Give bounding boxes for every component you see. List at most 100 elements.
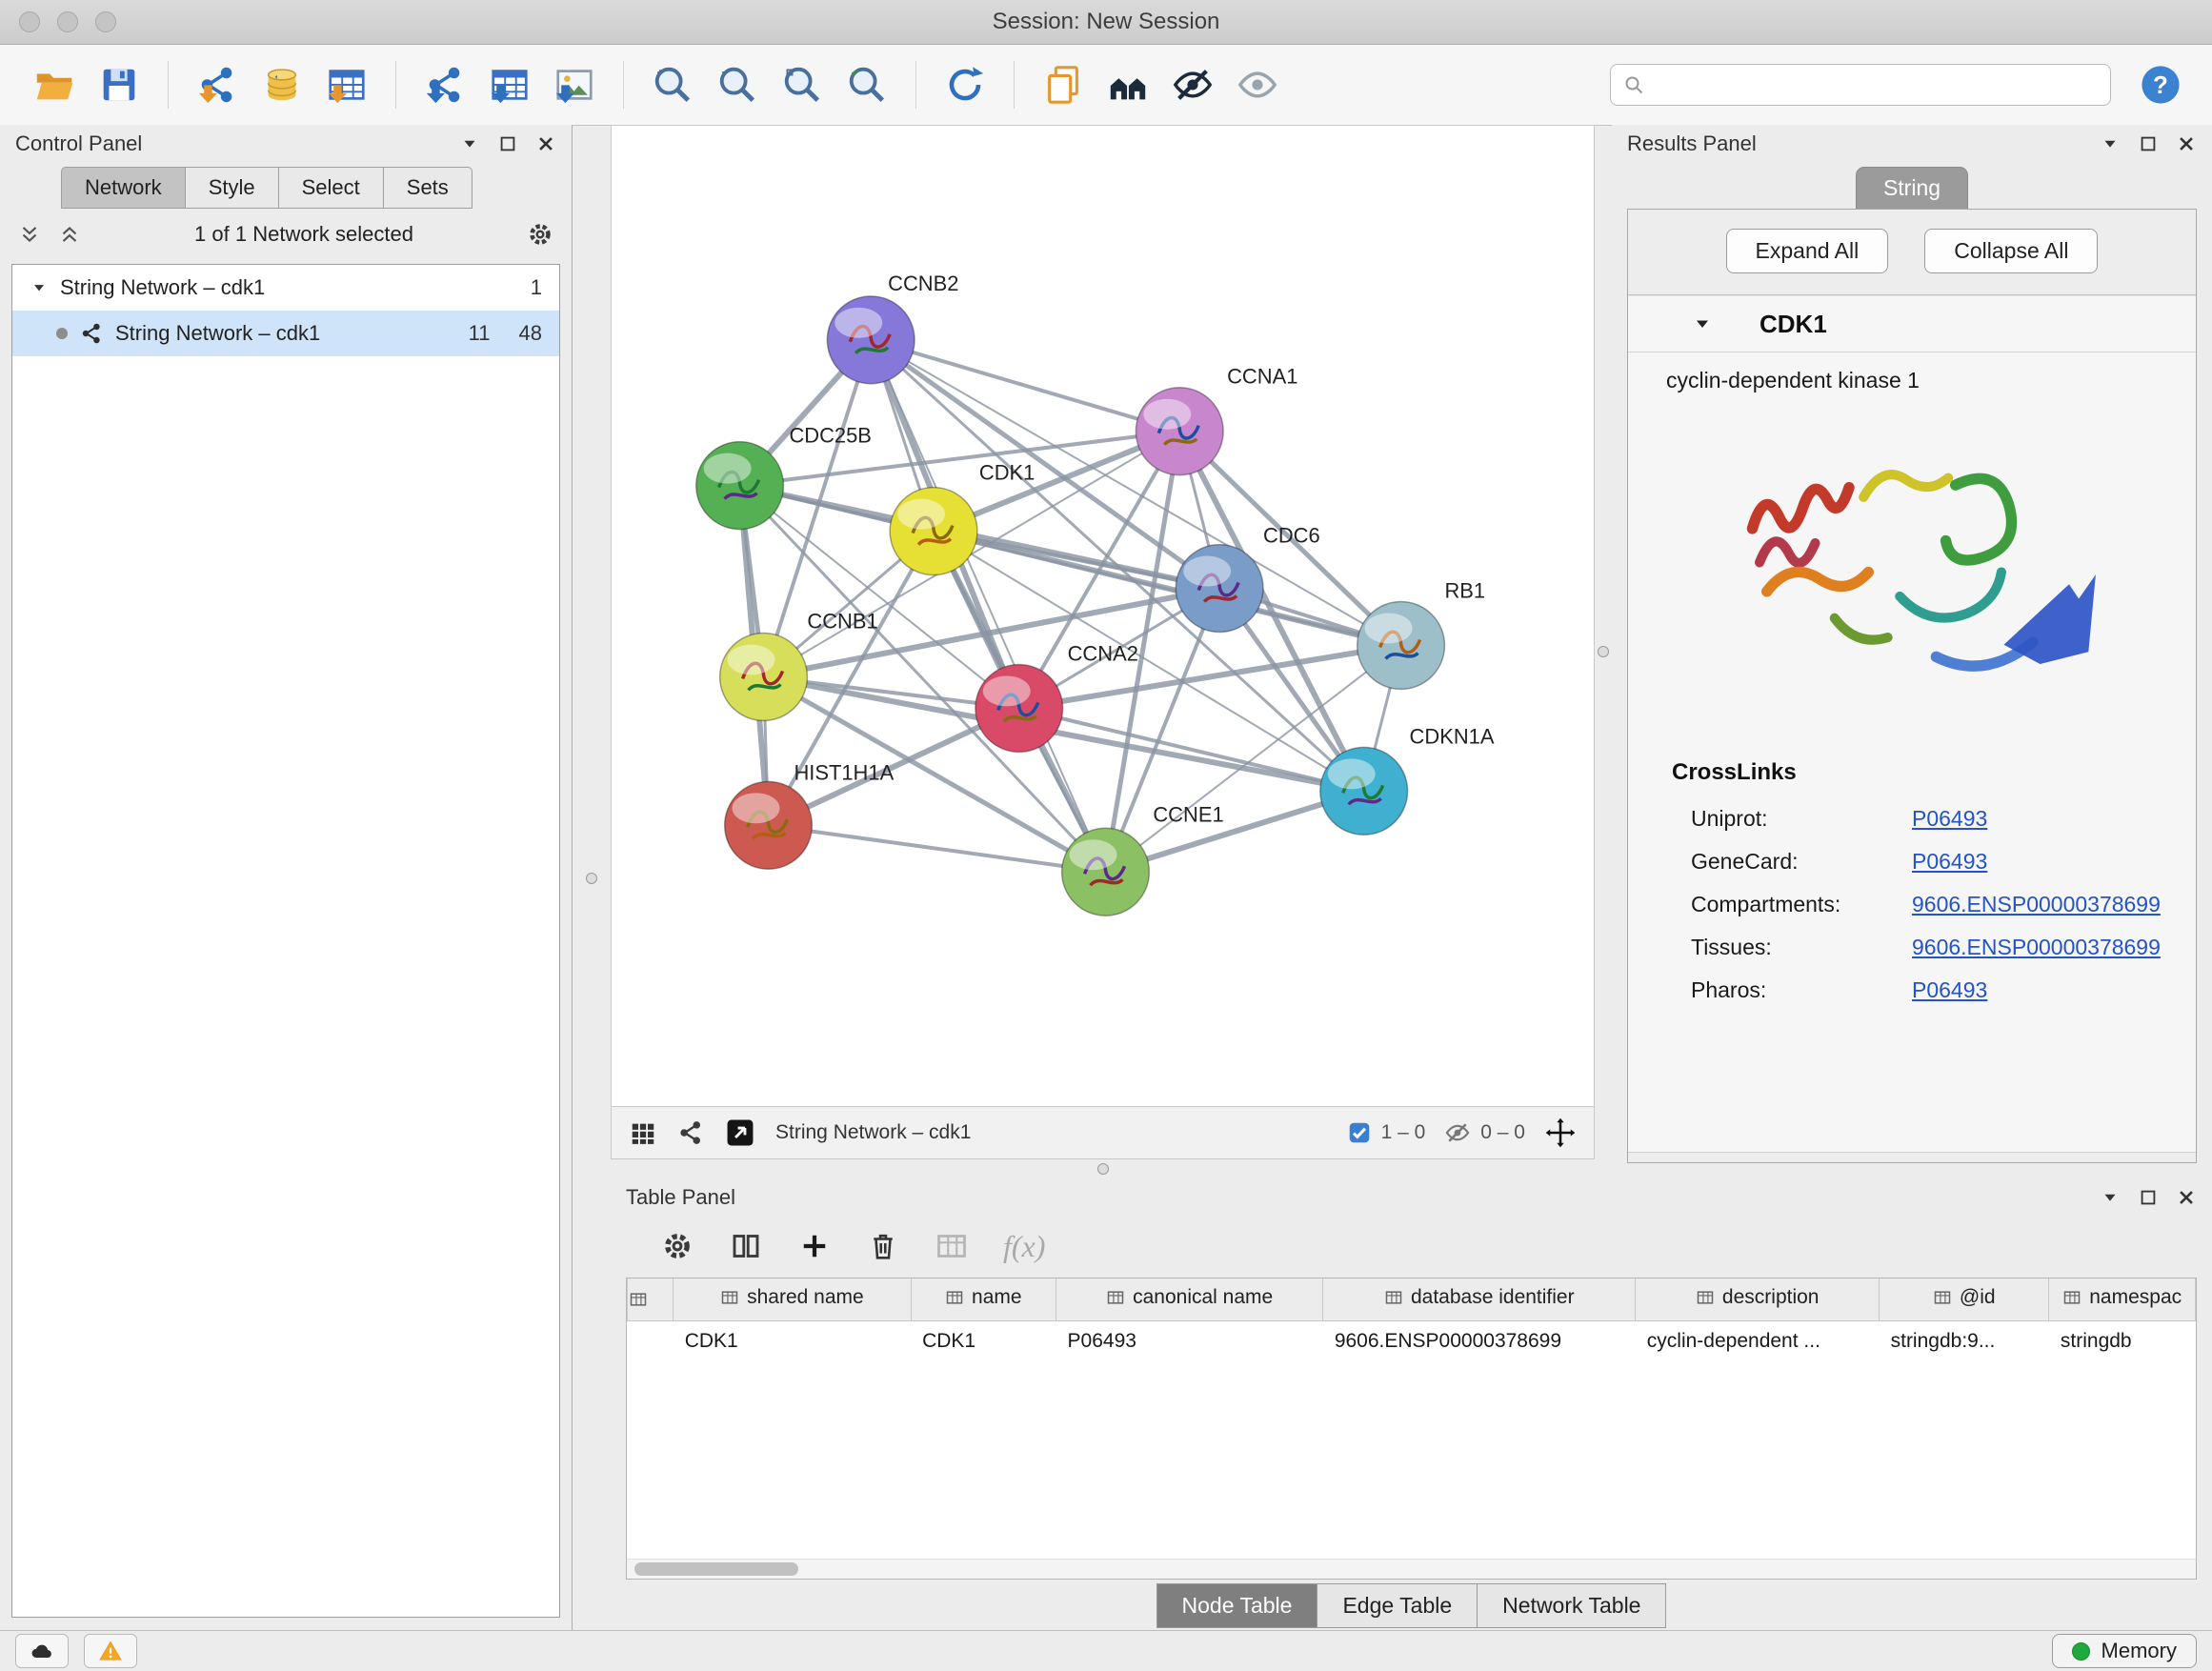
- crosslink-link[interactable]: P06493: [1912, 977, 1987, 1003]
- crosslink-link[interactable]: P06493: [1912, 849, 1987, 875]
- warnings-button[interactable]: [84, 1634, 137, 1668]
- copy-documents-button[interactable]: [1034, 55, 1093, 114]
- tab-sets[interactable]: Sets: [384, 167, 473, 209]
- show-columns-icon[interactable]: [729, 1229, 763, 1263]
- node-RB1[interactable]: [1357, 602, 1445, 690]
- expand-all-button[interactable]: Expand All: [1726, 229, 1889, 273]
- table-options-gear[interactable]: [660, 1229, 694, 1263]
- node-CCNB1[interactable]: [720, 633, 808, 720]
- node-CCNB2[interactable]: [827, 296, 915, 384]
- network-graph[interactable]: CCNB2CCNA1CDC25BCDK1CDC6RB1CCNB1CCNA2CDK…: [612, 126, 1594, 1106]
- homes-button[interactable]: [1098, 55, 1157, 114]
- search-input[interactable]: [1655, 72, 2099, 97]
- export-network-button[interactable]: [415, 55, 474, 114]
- selected-checkbox-icon[interactable]: [1347, 1120, 1372, 1145]
- tab-edge-table[interactable]: Edge Table: [1317, 1583, 1478, 1628]
- node-CCNA1[interactable]: [1136, 388, 1223, 475]
- close-panel-icon[interactable]: [535, 133, 556, 154]
- row-selector-header[interactable]: [628, 1278, 674, 1321]
- float-panel-icon[interactable]: [2138, 1187, 2159, 1208]
- hidden-eye-icon[interactable]: [1444, 1119, 1471, 1146]
- zoom-fit-button[interactable]: [773, 55, 832, 114]
- results-scrollbar[interactable]: [1628, 1152, 2196, 1162]
- import-network-file-button[interactable]: [188, 55, 247, 114]
- tab-string[interactable]: String: [1856, 167, 1968, 209]
- node-CDKN1A[interactable]: [1320, 747, 1408, 835]
- cloud-status-button[interactable]: [15, 1634, 69, 1668]
- right-splitter[interactable]: [1595, 125, 1612, 1178]
- node-HIST1H1A[interactable]: [725, 781, 813, 869]
- zoom-selected-button[interactable]: [837, 55, 896, 114]
- crosslink-link[interactable]: P06493: [1912, 806, 1987, 832]
- column-header-namespac[interactable]: namespac: [2049, 1278, 2196, 1321]
- close-panel-icon[interactable]: [2176, 1187, 2197, 1208]
- pan-move-icon[interactable]: [1544, 1117, 1577, 1149]
- node-CDC25B[interactable]: [696, 442, 784, 530]
- save-session-button[interactable]: [90, 55, 149, 114]
- tab-network-table[interactable]: Network Table: [1478, 1583, 1666, 1628]
- table-row[interactable]: CDK1CDK1P064939606.ENSP00000378699cyclin…: [628, 1321, 2196, 1362]
- node-CDC6[interactable]: [1176, 545, 1263, 633]
- node-CDK1[interactable]: [890, 488, 977, 575]
- node-CCNE1[interactable]: [1062, 828, 1150, 916]
- network-collection-row[interactable]: String Network – cdk1 1: [12, 265, 559, 311]
- add-column-icon[interactable]: [797, 1229, 832, 1263]
- import-table-button[interactable]: [317, 55, 376, 114]
- edge-HIST1H1A-CCNE1[interactable]: [769, 825, 1106, 872]
- table-cell[interactable]: P06493: [1056, 1321, 1323, 1362]
- help-button[interactable]: [2138, 62, 2183, 108]
- table-cell[interactable]: 9606.ENSP00000378699: [1323, 1321, 1636, 1362]
- tab-select[interactable]: Select: [279, 167, 384, 209]
- column-header-database-identifier[interactable]: database identifier: [1323, 1278, 1636, 1321]
- collapse-all-icon[interactable]: [17, 222, 42, 247]
- section-caret-icon[interactable]: [1691, 312, 1714, 335]
- float-panel-icon[interactable]: [497, 133, 518, 154]
- column-header-description[interactable]: description: [1636, 1278, 1880, 1321]
- collapse-all-button[interactable]: Collapse All: [1924, 229, 2098, 273]
- refresh-layout-button[interactable]: [935, 55, 995, 114]
- horizontal-splitter[interactable]: [611, 1159, 1595, 1178]
- expand-all-icon[interactable]: [57, 222, 82, 247]
- table-hscrollbar-thumb[interactable]: [634, 1562, 798, 1576]
- network-options-gear[interactable]: [526, 220, 554, 249]
- tab-style[interactable]: Style: [186, 167, 279, 209]
- float-panel-icon[interactable]: [2138, 133, 2159, 154]
- tree-expand-icon[interactable]: [30, 278, 49, 297]
- table-cell[interactable]: cyclin-dependent ...: [1636, 1321, 1880, 1362]
- zoom-out-button[interactable]: [708, 55, 767, 114]
- export-image-button[interactable]: [545, 55, 604, 114]
- gene-section-header[interactable]: CDK1: [1628, 296, 2196, 352]
- edge-CCNB2-CCNA1[interactable]: [871, 340, 1179, 432]
- left-splitter[interactable]: [573, 125, 611, 1631]
- collapse-panel-icon[interactable]: [459, 133, 480, 154]
- collapse-panel-icon[interactable]: [2100, 133, 2121, 154]
- open-session-button[interactable]: [25, 55, 84, 114]
- table-cell[interactable]: stringdb: [2049, 1321, 2196, 1362]
- import-network-database-button[interactable]: [252, 55, 312, 114]
- node-CCNA2[interactable]: [975, 664, 1063, 752]
- column-header-shared-name[interactable]: shared name: [674, 1278, 911, 1321]
- row-selector[interactable]: [628, 1321, 674, 1362]
- grid-view-icon[interactable]: [629, 1118, 657, 1147]
- tab-node-table[interactable]: Node Table: [1156, 1583, 1318, 1628]
- column-header-name[interactable]: name: [911, 1278, 1056, 1321]
- column-header--id[interactable]: @id: [1880, 1278, 2049, 1321]
- table-cell[interactable]: CDK1: [911, 1321, 1056, 1362]
- zoom-window-button[interactable]: [95, 11, 116, 32]
- export-table-button[interactable]: [480, 55, 539, 114]
- delete-column-icon[interactable]: [866, 1229, 900, 1263]
- network-share-icon[interactable]: [676, 1118, 705, 1147]
- network-canvas[interactable]: CCNB2CCNA1CDC25BCDK1CDC6RB1CCNB1CCNA2CDK…: [611, 125, 1595, 1107]
- show-details-button[interactable]: [1228, 55, 1287, 114]
- table-cell[interactable]: stringdb:9...: [1880, 1321, 2049, 1362]
- close-window-button[interactable]: [19, 11, 40, 32]
- column-header-canonical-name[interactable]: canonical name: [1056, 1278, 1323, 1321]
- edge-CCNB2-CCNE1[interactable]: [871, 340, 1105, 872]
- table-hscrollbar-track[interactable]: [627, 1559, 2196, 1579]
- zoom-in-button[interactable]: [643, 55, 702, 114]
- detach-view-icon[interactable]: [724, 1117, 756, 1149]
- crosslink-link[interactable]: 9606.ENSP00000378699: [1912, 935, 2161, 960]
- network-row[interactable]: String Network – cdk1 11 48: [12, 311, 559, 356]
- collapse-panel-icon[interactable]: [2100, 1187, 2121, 1208]
- minimize-window-button[interactable]: [57, 11, 78, 32]
